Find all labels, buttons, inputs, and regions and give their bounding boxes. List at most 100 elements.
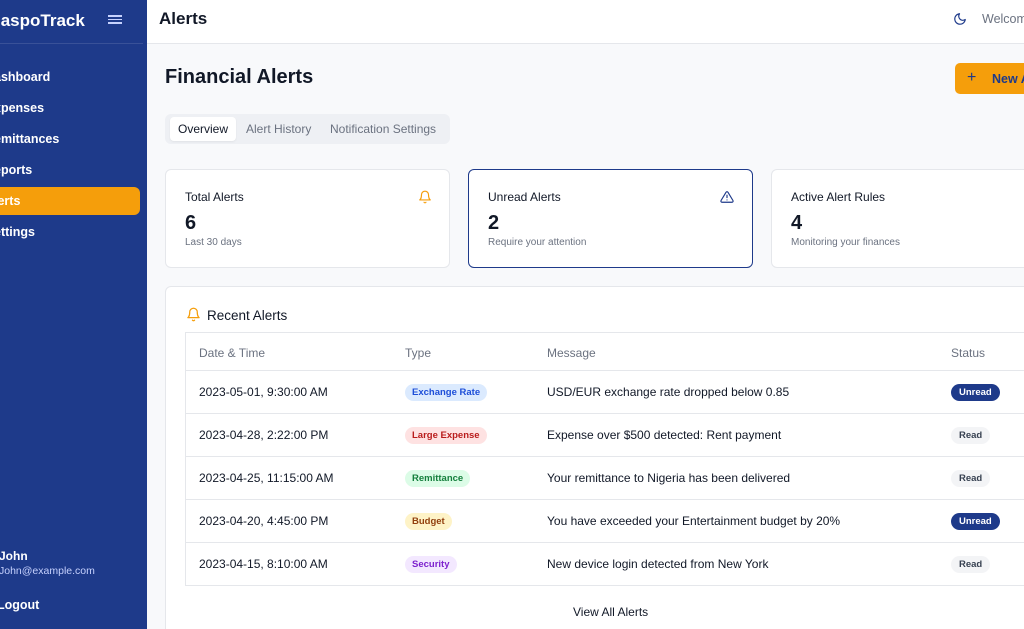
status-badge: Read <box>951 469 991 487</box>
card-title: Total Alerts <box>185 190 244 204</box>
sidebar-nav: ashboard xpenses emittances eports lerts… <box>0 62 147 248</box>
bell-icon <box>419 190 431 204</box>
bell-icon <box>187 307 200 322</box>
welcome-text: Welcom <box>982 12 1024 26</box>
cell-message: Expense over $500 detected: Rent payment <box>547 414 781 456</box>
column-header-message[interactable]: Message <box>547 334 596 371</box>
cell-status: Unread <box>951 500 1000 542</box>
column-header-datetime[interactable]: Date & Time <box>199 334 265 371</box>
type-badge: Large Expense <box>405 426 487 444</box>
cell-message: Your remittance to Nigeria has been deli… <box>547 457 790 499</box>
sidebar-item-remittances[interactable]: emittances <box>0 124 147 155</box>
tab-bar: Overview Alert History Notification Sett… <box>165 114 450 144</box>
datetime-text: 2023-05-01, 9:30:00 AM <box>199 385 328 399</box>
datetime-text: 2023-04-15, 8:10:00 AM <box>199 557 328 571</box>
page-title: Financial Alerts <box>165 66 314 88</box>
message-text: Expense over $500 detected: Rent payment <box>547 428 782 442</box>
cell-datetime: 2023-04-15, 8:10:00 AM <box>199 543 328 585</box>
new-alert-label: New A <box>992 72 1024 86</box>
stat-card-active-alert-rules: Active Alert Rules 4 Monitoring your fin… <box>771 169 1024 268</box>
type-badge: Remittance <box>405 469 471 487</box>
type-badge: Exchange Rate <box>405 383 488 401</box>
card-subtitle: Monitoring your finances <box>791 237 900 248</box>
message-text: Your remittance to Nigeria has been deli… <box>547 471 791 485</box>
brand-header: iaspoTrack <box>0 0 143 44</box>
sidebar: iaspoTrack ashboard xpenses emittances e… <box>0 0 147 629</box>
sidebar-item-label: eports <box>0 163 33 177</box>
sidebar-item-dashboard[interactable]: ashboard <box>0 62 147 93</box>
tab-notification-settings[interactable]: Notification Settings <box>322 117 444 141</box>
cell-message: You have exceeded your Entertainment bud… <box>547 500 840 542</box>
cell-datetime: 2023-04-20, 4:45:00 PM <box>199 500 328 542</box>
message-text: New device login detected from New York <box>547 557 769 571</box>
tab-alert-history[interactable]: Alert History <box>238 117 319 141</box>
sidebar-item-alerts[interactable]: lerts <box>0 187 140 215</box>
type-badge: Security <box>405 555 457 573</box>
datetime-text: 2023-04-20, 4:45:00 PM <box>199 514 329 528</box>
card-title: Active Alert Rules <box>791 190 886 204</box>
user-email: John@example.com <box>0 565 95 577</box>
stat-card-total-alerts: Total Alerts 6 Last 30 days <box>165 169 450 268</box>
stat-card-unread-alerts: Unread Alerts 2 Require your attention <box>468 169 753 268</box>
view-all-alerts-link[interactable]: View All Alerts <box>573 605 648 619</box>
status-badge: Read <box>951 426 991 444</box>
type-badge: Budget <box>405 512 452 530</box>
recent-alerts-panel: Recent Alerts Date & Time Type Message S… <box>165 286 1024 629</box>
cell-type: Budget <box>405 500 452 542</box>
card-value: 4 <box>791 212 803 234</box>
table-row[interactable]: 2023-04-25, 11:15:00 AM Remittance Your re… <box>186 457 1024 500</box>
sidebar-item-settings[interactable]: ettings <box>0 217 147 248</box>
cell-datetime: 2023-04-28, 2:22:00 PM <box>199 414 328 456</box>
sidebar-item-label: emittances <box>0 132 60 146</box>
sidebar-item-label: lerts <box>0 194 21 208</box>
card-subtitle: Last 30 days <box>185 237 242 248</box>
table-row[interactable]: 2023-04-15, 8:10:00 AM Security New device… <box>186 543 1024 586</box>
cell-datetime: 2023-05-01, 9:30:00 AM <box>199 371 328 413</box>
logout-label: Logout <box>0 598 40 612</box>
status-badge: Read <box>951 555 991 573</box>
table-header: Date & Time Type Message Status <box>186 333 1024 371</box>
cell-status: Read <box>951 414 991 456</box>
cell-type: Remittance <box>405 457 471 499</box>
card-title: Unread Alerts <box>488 190 561 204</box>
page-header-title: Alerts <box>159 9 208 28</box>
tab-overview[interactable]: Overview <box>170 117 237 141</box>
new-alert-button[interactable]: + New A <box>955 63 1024 94</box>
cell-type: Security <box>405 543 457 585</box>
warning-triangle-icon <box>720 191 734 203</box>
cell-status: Read <box>951 543 991 585</box>
cell-status: Unread <box>951 371 1000 413</box>
user-name: John <box>0 549 28 563</box>
sidebar-item-label: xpenses <box>0 101 45 115</box>
alerts-table: Date & Time Type Message Status 2023-05-… <box>185 332 1024 586</box>
cell-type: Exchange Rate <box>405 371 488 413</box>
sidebar-item-label: ettings <box>0 225 35 239</box>
topbar: Alerts Welcom <box>147 0 1024 44</box>
cell-type: Large Expense <box>405 414 487 456</box>
message-text: USD/EUR exchange rate dropped below 0.85 <box>547 385 790 399</box>
plus-icon: + <box>967 69 977 86</box>
cell-message: USD/EUR exchange rate dropped below 0.85 <box>547 371 789 413</box>
card-value: 6 <box>185 212 197 234</box>
table-row[interactable]: 2023-05-01, 9:30:00 AM Exchange Rate USD/E… <box>186 371 1024 414</box>
cell-message: New device login detected from New York <box>547 543 768 585</box>
datetime-text: 2023-04-28, 2:22:00 PM <box>199 428 329 442</box>
hamburger-menu-icon[interactable] <box>108 13 122 27</box>
sidebar-item-expenses[interactable]: xpenses <box>0 93 147 124</box>
sidebar-item-reports[interactable]: eports <box>0 155 147 186</box>
user-info: John John@example.com <box>0 549 95 577</box>
message-text: You have exceeded your Entertainment bud… <box>547 514 841 528</box>
table-row[interactable]: 2023-04-28, 2:22:00 PM Large Expense Expen… <box>186 414 1024 457</box>
moon-icon[interactable] <box>953 12 967 26</box>
table-row[interactable]: 2023-04-20, 4:45:00 PM Budget You have exc… <box>186 500 1024 543</box>
app-logo: iaspoTrack <box>0 11 85 30</box>
column-header-status[interactable]: Status <box>951 334 985 371</box>
cell-status: Read <box>951 457 991 499</box>
column-header-type[interactable]: Type <box>405 334 431 371</box>
sidebar-item-label: ashboard <box>0 70 51 84</box>
card-value: 2 <box>488 212 500 234</box>
card-subtitle: Require your attention <box>488 237 587 248</box>
cell-datetime: 2023-04-25, 11:15:00 AM <box>199 457 334 499</box>
datetime-text: 2023-04-25, 11:15:00 AM <box>199 471 334 485</box>
logout-button[interactable]: Logout <box>0 598 39 612</box>
